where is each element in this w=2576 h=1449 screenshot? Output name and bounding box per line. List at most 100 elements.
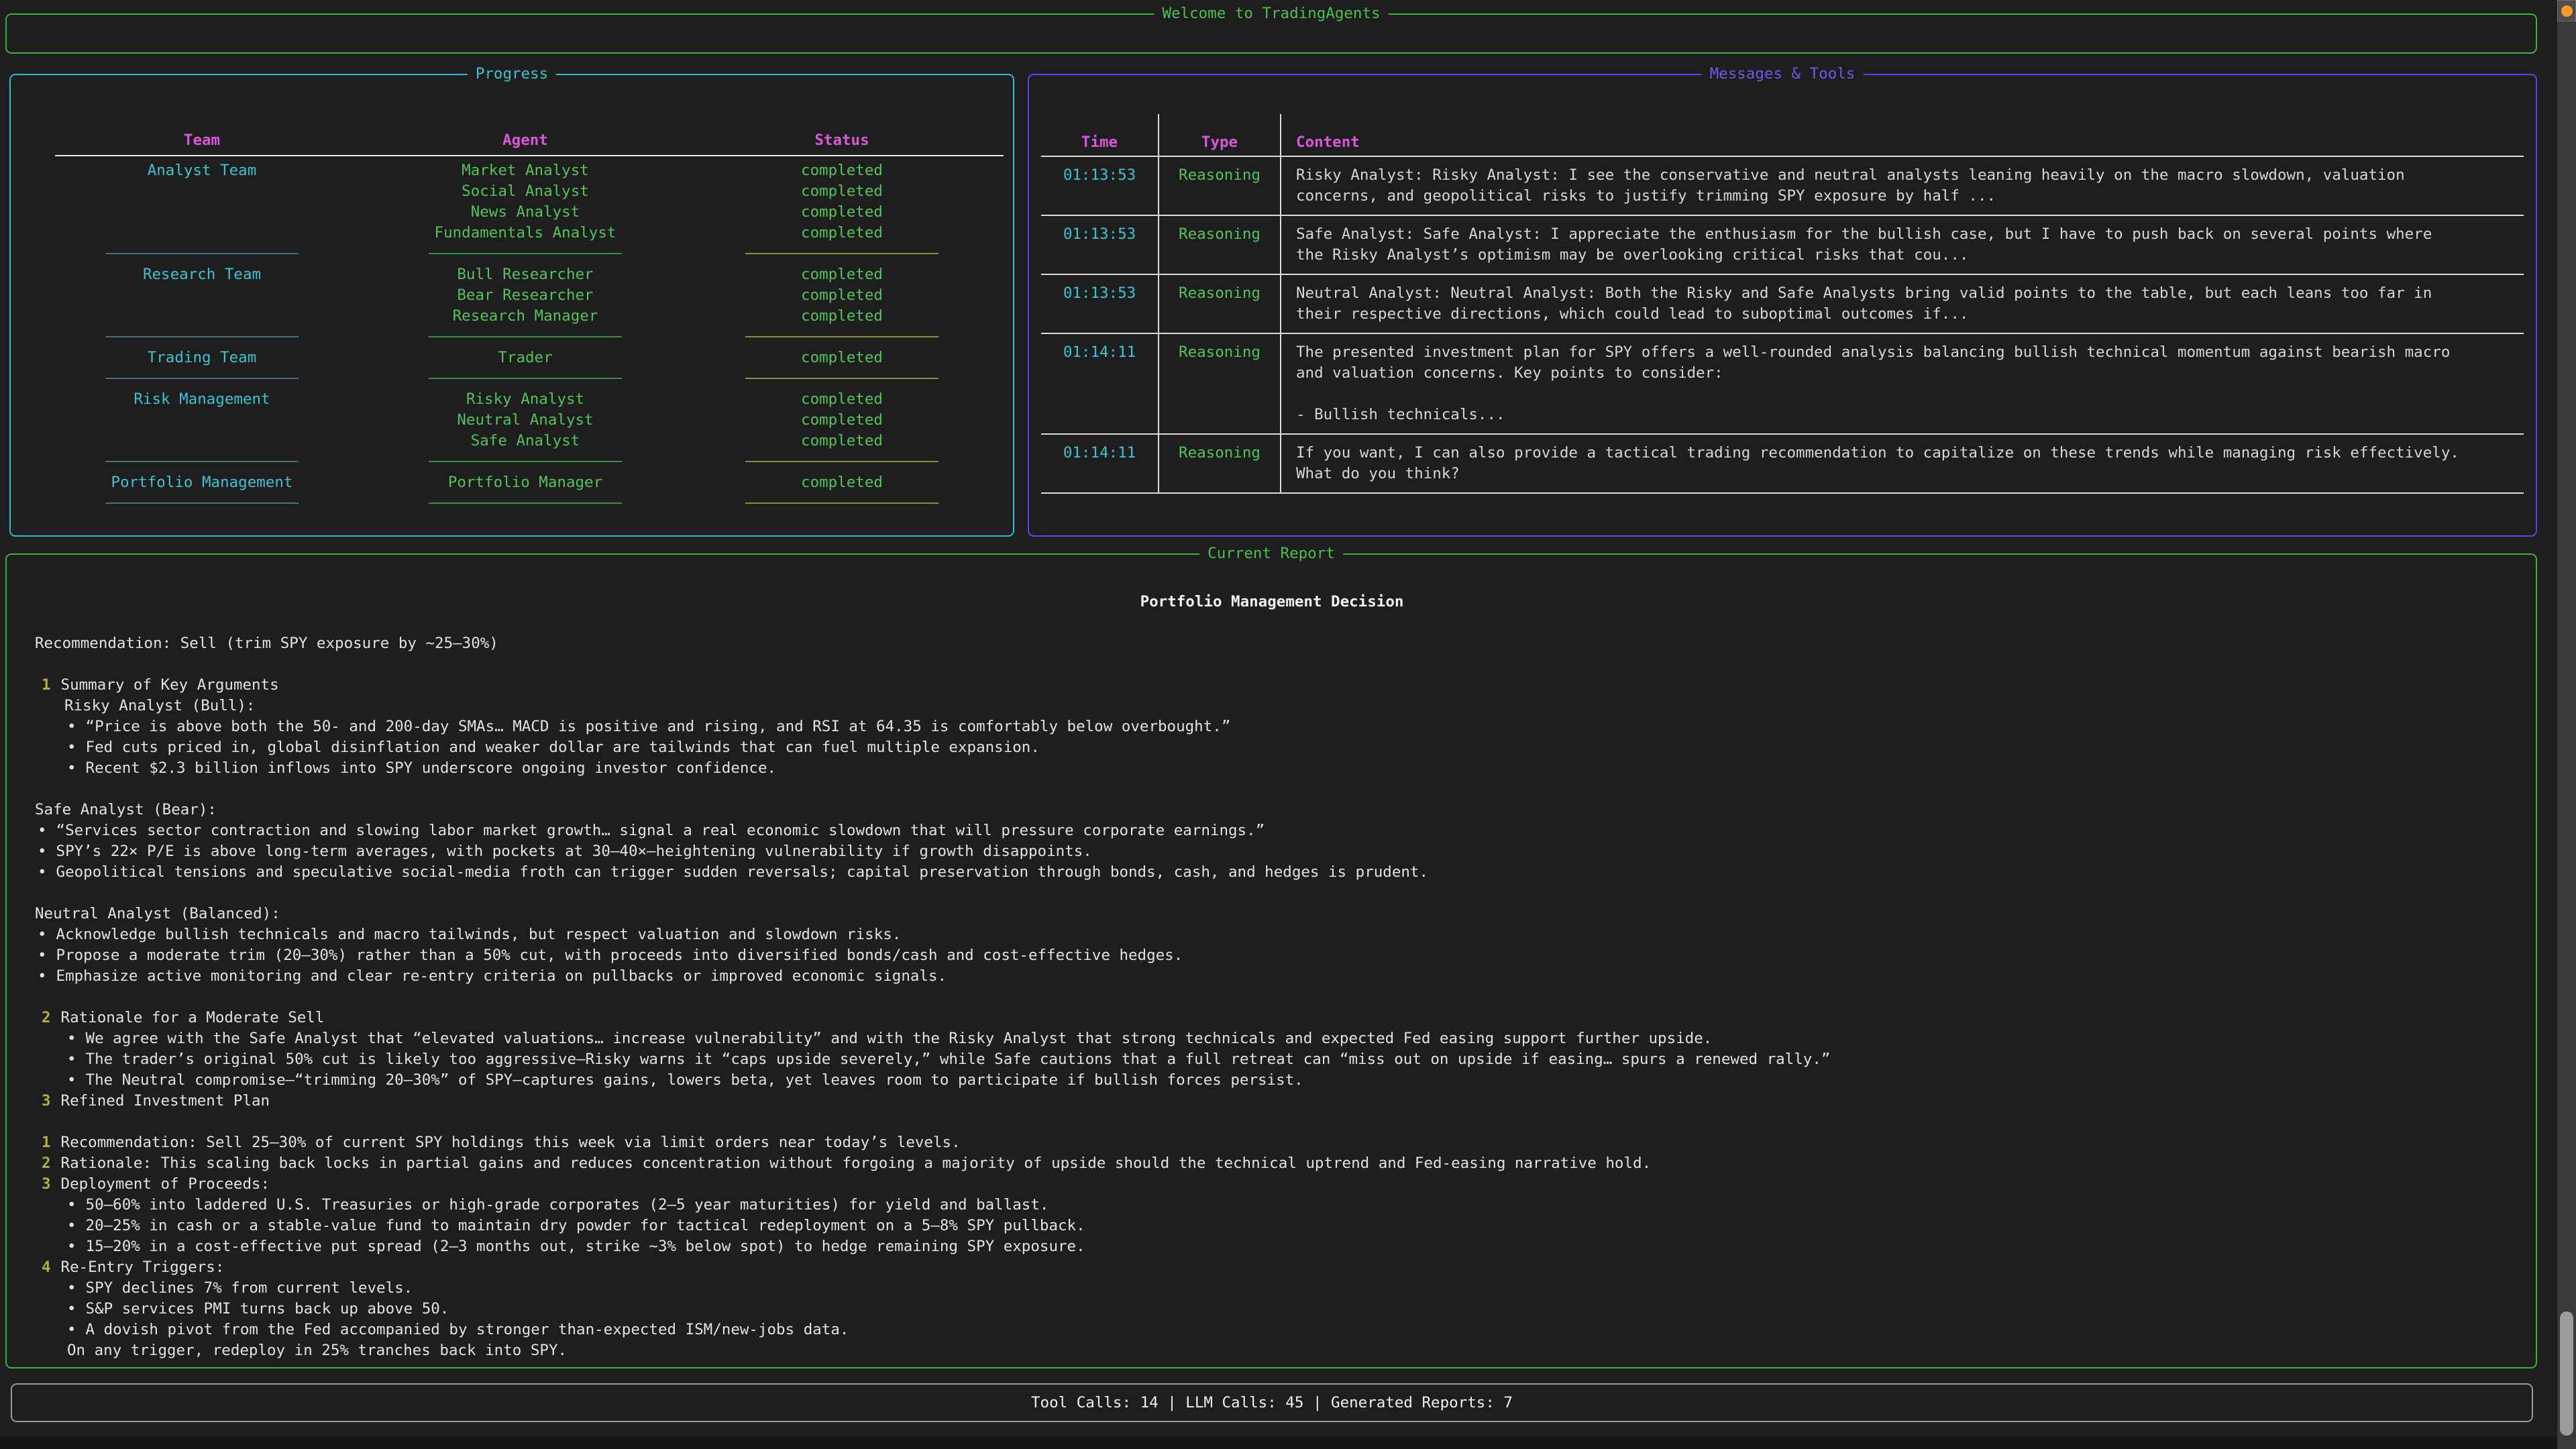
bullet-icon: • — [67, 1321, 76, 1338]
report-line: •Fed cuts priced in, global disinflation… — [35, 737, 2509, 758]
status-cell: completed — [691, 264, 993, 285]
report-line: •Acknowledge bullish technicals and macr… — [35, 924, 2509, 945]
report-line: •S&P services PMI turns back up above 50… — [35, 1299, 2509, 1320]
report-text: Geopolitical tensions and speculative so… — [56, 863, 1428, 881]
team-cell: Portfolio Management — [44, 472, 360, 493]
bullet-icon: • — [67, 1238, 76, 1255]
window-bottom-edge — [0, 1437, 2557, 1449]
report-text: Safe Analyst (Bear): — [35, 801, 217, 818]
section-divider — [44, 244, 1013, 264]
orange-dot-icon — [2561, 5, 2573, 17]
agent-cell: Bull Researcher — [360, 264, 691, 285]
status-cell: completed — [691, 181, 993, 202]
team-cell: Research Team — [44, 264, 360, 285]
table-row: Social Analystcompleted — [44, 181, 1013, 202]
team-cell: Trading Team — [44, 347, 360, 368]
message-row: 01:14:11ReasoningIf you want, I can also… — [1041, 435, 2524, 494]
report-line: Recommendation: Sell (trim SPY exposure … — [35, 633, 2509, 654]
report-text: Propose a moderate trim (20–30%) rather … — [56, 947, 1183, 964]
table-row: Research Managercompleted — [44, 306, 1013, 327]
message-row: 01:14:11ReasoningThe presented investmen… — [1041, 334, 2524, 435]
table-row: Research TeamBull Researchercompleted — [44, 264, 1013, 285]
status-cell: completed — [691, 431, 993, 451]
table-row: Trading TeamTradercompleted — [44, 347, 1013, 368]
bullet-icon: • — [67, 718, 76, 735]
column-header-time: Time — [1041, 114, 1159, 156]
scrollbar-track[interactable] — [2557, 0, 2576, 1449]
agent-cell: Market Analyst — [360, 160, 691, 181]
report-body: Portfolio Management Decision Recommenda… — [7, 555, 2536, 1361]
report-line: 2Rationale for a Moderate Sell — [35, 1008, 2509, 1028]
messages-table-body: 01:13:53ReasoningRisky Analyst: Risky An… — [1041, 157, 2524, 494]
bullet-icon: • — [67, 1030, 76, 1047]
divider-line — [429, 378, 622, 379]
section-divider — [44, 451, 1013, 472]
status-cell: completed — [691, 285, 993, 306]
report-text: Refined Investment Plan — [61, 1092, 270, 1110]
report-text: Acknowledge bullish technicals and macro… — [56, 926, 902, 943]
progress-panel-title: Progress — [468, 64, 556, 85]
agent-cell: Social Analyst — [360, 181, 691, 202]
messages-panel-title: Messages & Tools — [1702, 64, 1864, 85]
progress-panel: Progress Team Agent Status Analyst TeamM… — [9, 74, 1014, 537]
scroll-origin-button[interactable] — [2557, 0, 2576, 21]
status-cell: completed — [691, 347, 993, 368]
message-type: Reasoning — [1159, 216, 1281, 274]
agent-cell: Safe Analyst — [360, 431, 691, 451]
table-row: Portfolio ManagementPortfolio Managercom… — [44, 472, 1013, 493]
table-row: Bear Researchercompleted — [44, 285, 1013, 306]
report-text: Recommendation: Sell (trim SPY exposure … — [35, 635, 498, 652]
divider-line — [105, 461, 299, 462]
message-row: 01:13:53ReasoningNeutral Analyst: Neutra… — [1041, 275, 2524, 334]
report-line: 1Summary of Key Arguments — [35, 675, 2509, 696]
messages-panel: Messages & Tools Time Type Content 01:13… — [1028, 74, 2537, 537]
message-type: Reasoning — [1159, 435, 1281, 492]
team-cell — [44, 285, 360, 306]
report-line — [35, 1112, 2509, 1132]
report-line: • A dovish pivot from the Fed accompanied… — [35, 1320, 2509, 1340]
message-time: 01:13:53 — [1041, 216, 1159, 274]
report-line: •50–60% into laddered U.S. Treasuries or… — [35, 1195, 2509, 1216]
list-number: 4 — [42, 1258, 51, 1276]
divider-line — [429, 502, 622, 504]
message-time: 01:14:11 — [1041, 334, 1159, 433]
scrollbar-thumb[interactable] — [2560, 1311, 2573, 1436]
report-line: 3Refined Investment Plan — [35, 1091, 2509, 1112]
report-panel-title: Current Report — [1199, 543, 1343, 564]
agent-cell: Bear Researcher — [360, 285, 691, 306]
team-cell — [44, 202, 360, 223]
report-line: • Geopolitical tensions and speculative s… — [35, 862, 2509, 883]
bullet-icon: • — [38, 863, 47, 881]
status-cell: completed — [691, 223, 993, 244]
team-cell — [44, 181, 360, 202]
list-number: 3 — [42, 1175, 51, 1193]
team-cell — [44, 410, 360, 431]
divider-line — [105, 253, 299, 254]
section-divider — [44, 327, 1013, 347]
messages-table: Time Type Content 01:13:53ReasoningRisky… — [1041, 114, 2524, 494]
report-line: Safe Analyst (Bear): — [35, 800, 2509, 820]
report-line: •SPY declines 7% from current levels. — [35, 1278, 2509, 1299]
agent-cell: News Analyst — [360, 202, 691, 223]
report-text: Neutral Analyst (Balanced): — [35, 905, 280, 922]
report-text: “Services sector contraction and slowing… — [56, 822, 1265, 839]
stats-footer: Tool Calls: 14 | LLM Calls: 45 | Generat… — [11, 1383, 2533, 1422]
bullet-icon: • — [38, 822, 47, 839]
agent-cell: Trader — [360, 347, 691, 368]
agent-cell: Risky Analyst — [360, 389, 691, 410]
report-text: On any trigger, redeploy in 25% tranches… — [67, 1342, 567, 1359]
report-text: S&P services PMI turns back up above 50. — [86, 1300, 449, 1318]
team-cell — [44, 306, 360, 327]
report-text: The Neutral compromise—“trimming 20–30%”… — [86, 1071, 1303, 1089]
report-text: The trader’s original 50% cut is likely … — [86, 1051, 1831, 1068]
message-content: If you want, I can also provide a tactic… — [1281, 435, 2524, 492]
report-line — [35, 654, 2509, 675]
report-text: A dovish pivot from the Fed accompanied … — [86, 1321, 849, 1338]
welcome-title: Welcome to TradingAgents — [1154, 3, 1388, 24]
divider-line — [429, 461, 622, 462]
agent-cell: Neutral Analyst — [360, 410, 691, 431]
report-line: On any trigger, redeploy in 25% tranches… — [35, 1340, 2509, 1361]
list-number: 2 — [42, 1009, 51, 1026]
message-time: 01:13:53 — [1041, 157, 1159, 215]
report-line: •We agree with the Safe Analyst that “el… — [35, 1028, 2509, 1049]
